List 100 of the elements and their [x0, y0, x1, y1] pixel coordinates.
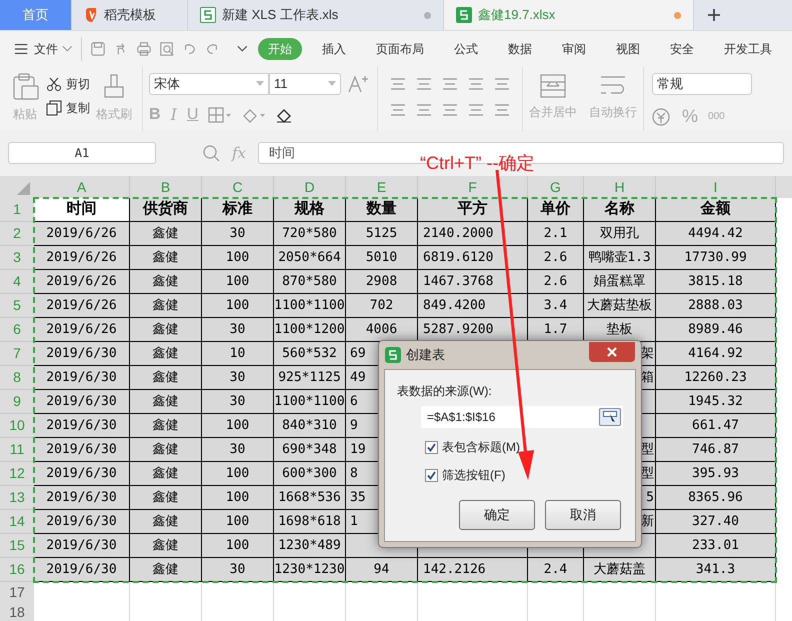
- table-cell: 30: [202, 390, 274, 414]
- row-header[interactable]: 13: [0, 486, 34, 510]
- range-field[interactable]: =$A$1:$I$16: [421, 406, 623, 428]
- borders-icon[interactable]: [208, 107, 232, 123]
- table-cell: 1100*1200: [274, 318, 346, 342]
- table-cell: 鑫健: [130, 486, 202, 510]
- ribbon-tab[interactable]: 页面布局: [366, 38, 434, 60]
- table-cell: 鑫健: [130, 246, 202, 270]
- ribbon-tab[interactable]: 视图: [606, 38, 650, 60]
- align-icon[interactable]: [468, 77, 484, 91]
- align-icon[interactable]: [416, 77, 432, 91]
- row-header[interactable]: 11: [0, 438, 34, 462]
- preview-icon[interactable]: [158, 40, 174, 58]
- table-cell: 2019/6/30: [34, 390, 130, 414]
- table-cell: 鑫健: [130, 342, 202, 366]
- name-box[interactable]: A1: [8, 142, 156, 164]
- cancel-button[interactable]: 取消: [545, 500, 621, 530]
- copy-button[interactable]: 复制: [66, 99, 90, 117]
- file-tab[interactable]: 鑫健19.7.xlsx: [444, 0, 694, 30]
- align-icon[interactable]: [468, 103, 484, 117]
- row-header[interactable]: 10: [0, 414, 34, 438]
- table-cell: 2019/6/30: [34, 366, 130, 390]
- percent-button[interactable]: %: [682, 103, 698, 130]
- table-cell: 3815.18: [656, 270, 776, 294]
- cursor-icon[interactable]: [603, 411, 617, 423]
- dropdown-icon[interactable]: [256, 81, 264, 87]
- table-cell: 849.4200: [418, 294, 528, 318]
- row-header[interactable]: 5: [0, 294, 34, 318]
- ribbon-tab[interactable]: 数据: [498, 38, 542, 60]
- fill-color-icon[interactable]: [242, 107, 266, 123]
- align-icon[interactable]: [416, 103, 432, 117]
- dropdown-icon[interactable]: [328, 81, 336, 87]
- flame-icon[interactable]: [84, 7, 98, 23]
- chevron-down-icon[interactable]: [62, 45, 73, 53]
- row-header[interactable]: 17: [0, 582, 34, 604]
- copy-icon[interactable]: [46, 100, 62, 116]
- align-icon[interactable]: [494, 103, 510, 117]
- zoom-icon[interactable]: [202, 144, 220, 162]
- table-cell: 2140.2000: [418, 222, 528, 246]
- font-size-field[interactable]: 11: [269, 73, 341, 95]
- sheet-icon[interactable]: [200, 7, 216, 23]
- align-icon[interactable]: [442, 103, 458, 117]
- underline-button[interactable]: U: [186, 103, 198, 127]
- row-header[interactable]: 9: [0, 390, 34, 414]
- table-cell: 2019/6/30: [34, 486, 130, 510]
- align-icon[interactable]: [390, 103, 406, 117]
- ribbon-tab[interactable]: 公式: [444, 38, 488, 60]
- ribbon-tab[interactable]: 审阅: [552, 38, 596, 60]
- file-menu[interactable]: 文件: [34, 40, 58, 58]
- ribbon-tab[interactable]: 安全: [660, 38, 704, 60]
- menu-icon[interactable]: [14, 42, 28, 56]
- align-icon[interactable]: [494, 77, 510, 91]
- table-cell: 30: [202, 222, 274, 246]
- row-header[interactable]: 14: [0, 510, 34, 534]
- row-header[interactable]: 8: [0, 366, 34, 390]
- table-cell: 100: [202, 534, 274, 558]
- font-name-field[interactable]: 宋体: [149, 73, 269, 95]
- ribbon-tab[interactable]: 开始: [258, 38, 302, 60]
- bold-button[interactable]: B: [149, 103, 161, 127]
- grow-font-icon[interactable]: [347, 74, 369, 94]
- italic-button[interactable]: I: [170, 103, 177, 127]
- number-format-field[interactable]: 常规: [652, 73, 752, 95]
- app-logo-icon[interactable]: [385, 347, 401, 363]
- row-header[interactable]: 2: [0, 222, 34, 246]
- print-icon[interactable]: [136, 40, 152, 58]
- row-header[interactable]: 18: [0, 602, 34, 621]
- close-button[interactable]: [589, 342, 635, 362]
- table-cell: 鸭嘴壶1.3: [584, 246, 656, 270]
- row-header[interactable]: 15: [0, 534, 34, 558]
- ribbon-tab[interactable]: 开发工具: [714, 38, 782, 60]
- cut-button[interactable]: 剪切: [66, 75, 90, 93]
- align-icon[interactable]: [390, 77, 406, 91]
- save-icon[interactable]: [90, 40, 106, 58]
- chevron-down-icon[interactable]: [237, 45, 248, 53]
- table-cell: 2019/6/30: [34, 534, 130, 558]
- thousands-button[interactable]: 000: [708, 112, 725, 122]
- ribbon-tab[interactable]: 插入: [312, 38, 356, 60]
- align-icon[interactable]: [442, 77, 458, 91]
- merge-cells-icon[interactable]: [539, 73, 567, 99]
- column-title-cell: 单价: [528, 198, 584, 222]
- column-title-cell: 规格: [274, 198, 346, 222]
- row-header[interactable]: 12: [0, 462, 34, 486]
- close-icon[interactable]: [607, 347, 617, 357]
- function-button[interactable]: fx: [232, 142, 246, 164]
- file-tab[interactable]: 首页: [0, 0, 72, 30]
- table-cell: 2.6: [528, 246, 584, 270]
- ok-button[interactable]: 确定: [459, 500, 535, 530]
- range-picker-button[interactable]: [599, 408, 621, 426]
- sheet-icon[interactable]: [456, 7, 472, 23]
- row-header[interactable]: 7: [0, 342, 34, 366]
- row-header[interactable]: 4: [0, 270, 34, 294]
- currency-icon[interactable]: [652, 108, 672, 126]
- row-header[interactable]: 1: [0, 198, 34, 222]
- scissors-icon[interactable]: [46, 76, 62, 92]
- table-cell: 鑫健: [130, 270, 202, 294]
- table-cell: 5010: [346, 246, 418, 270]
- table-cell: 30: [202, 366, 274, 390]
- row-header[interactable]: 16: [0, 558, 34, 582]
- row-header[interactable]: 6: [0, 318, 34, 342]
- row-header[interactable]: 3: [0, 246, 34, 270]
